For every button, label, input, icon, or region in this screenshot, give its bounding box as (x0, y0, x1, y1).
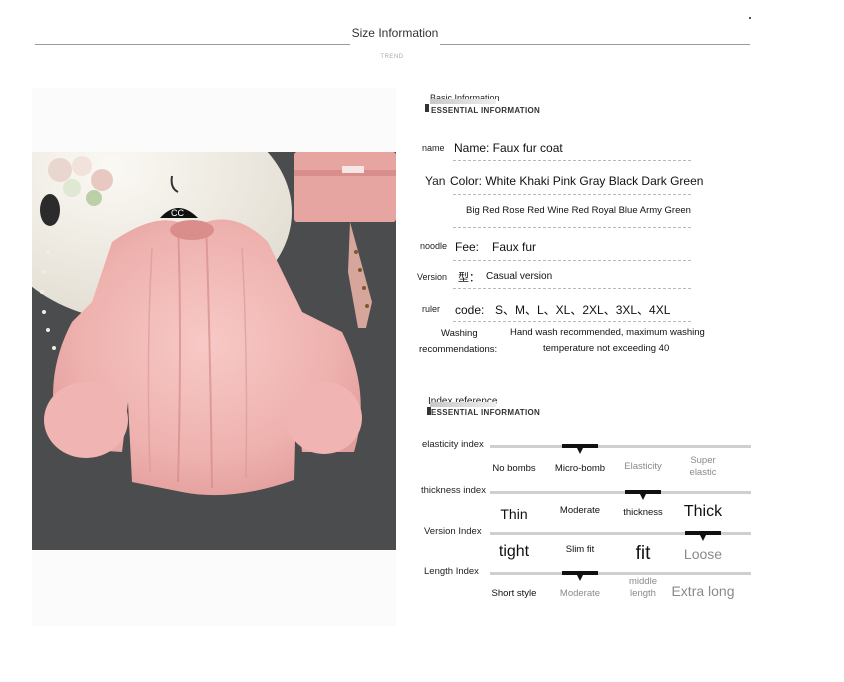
index-row-label: elasticity index (422, 439, 484, 450)
index-option: middle length (629, 576, 657, 600)
basic-info-subtitle: ESSENTIAL INFORMATION (431, 106, 541, 115)
index-selected-marker (685, 531, 721, 535)
divider (453, 321, 691, 322)
version-value: Casual version (486, 271, 553, 282)
basic-info-marker (425, 104, 429, 112)
index-selected-marker (562, 444, 598, 448)
divider (453, 194, 691, 195)
basic-info-underline (430, 99, 496, 104)
pink-bag (294, 152, 396, 222)
color-value-continued: Big Red Rose Red Wine Red Royal Blue Arm… (466, 205, 691, 216)
svg-text:CC: CC (171, 208, 184, 218)
index-option: Moderate (559, 588, 601, 599)
page-title: Size Information (351, 26, 439, 40)
index-row-label: Length Index (424, 566, 479, 577)
index-option: Loose (683, 546, 723, 562)
index-scale-bar (490, 445, 751, 448)
divider (453, 288, 691, 289)
color-label: Yan (425, 174, 446, 188)
divider (453, 160, 691, 161)
index-option: tight (498, 543, 530, 560)
header-rule-right (440, 44, 750, 45)
index-option: thickness (623, 507, 663, 518)
index-selected-marker (562, 571, 598, 575)
index-ref-underline (430, 402, 496, 407)
divider (453, 260, 691, 261)
color-value: Color: White Khaki Pink Gray Black Dark … (450, 174, 704, 188)
divider (453, 227, 691, 228)
index-ref-subtitle: ESSENTIAL INFORMATION (431, 408, 541, 417)
name-label: name (422, 143, 445, 153)
name-value: Name: Faux fur coat (454, 141, 563, 155)
index-selected-marker (625, 490, 661, 494)
version-label: Version (417, 272, 448, 282)
size-value: S、M、L、XL、2XL、3XL、4XL (495, 303, 671, 317)
index-option: fit (635, 543, 651, 564)
version-prefix: 型： (458, 272, 480, 284)
page-subtitle: TREND (380, 54, 404, 60)
fabric-value: Faux fur (492, 240, 537, 254)
fabric-prefix: Fee: (455, 240, 480, 254)
index-option: Elasticity (624, 461, 662, 472)
index-option: Thick (683, 503, 723, 520)
size-label: ruler (422, 304, 441, 314)
index-scale-bar (490, 491, 751, 494)
index-option: Micro-bomb (554, 463, 606, 474)
header-rule-left (35, 44, 350, 45)
index-option: Extra long (671, 583, 735, 599)
index-option: Super elastic (689, 455, 717, 479)
index-option: Short style (491, 588, 537, 599)
coat-illustration: CC (32, 152, 396, 496)
studded-shoe (348, 222, 372, 328)
fabric-label: noodle (420, 241, 448, 251)
washing-value-line1: Hand wash recommended, maximum washing (510, 327, 705, 338)
corner-dot (749, 17, 751, 19)
index-row-label: Version Index (424, 526, 482, 537)
index-row-label: thickness index (421, 485, 486, 496)
size-prefix: code: (455, 303, 485, 317)
index-option: Moderate (559, 505, 601, 516)
index-scale-bar (490, 572, 751, 575)
index-option: Slim fit (565, 544, 595, 555)
index-option: Thin (500, 506, 528, 522)
washing-label-line1: Washing (441, 328, 478, 339)
index-option: No bombs (492, 463, 536, 474)
product-photo: CC (32, 152, 396, 550)
washing-value-line2: temperature not exceeding 40 (543, 343, 670, 354)
washing-label-line2: recommendations: (419, 344, 498, 355)
